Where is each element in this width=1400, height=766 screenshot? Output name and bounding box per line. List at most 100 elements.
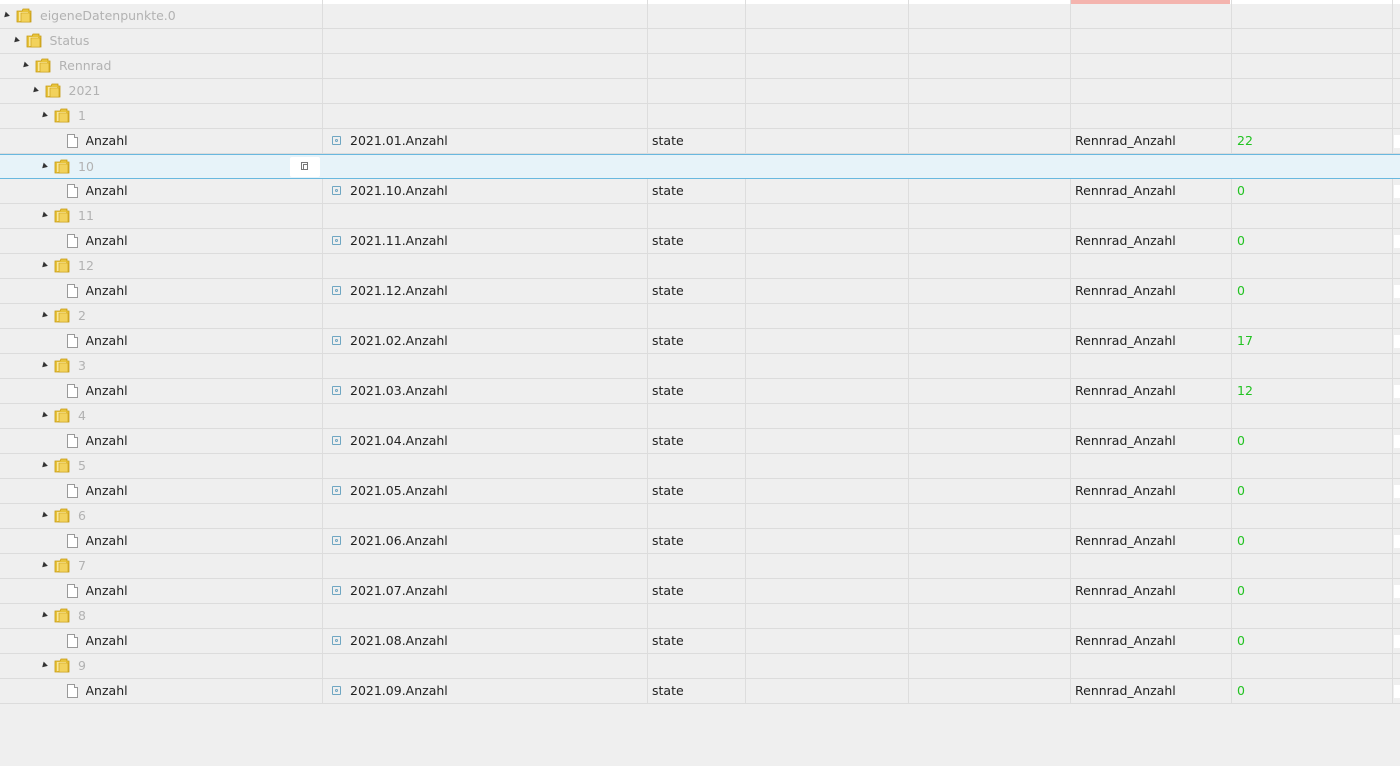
tree-state-label: Anzahl (85, 333, 128, 348)
tree-row-folder[interactable]: 3 (0, 354, 1400, 379)
expand-arrow-icon[interactable] (40, 311, 48, 320)
expand-arrow-icon[interactable] (40, 162, 48, 171)
state-icon (332, 436, 341, 445)
tree-row-state[interactable]: Anzahl 2021.10.Anzahl state Rennrad_Anzahl 0 (0, 179, 1400, 204)
state-icon (332, 336, 341, 345)
edit-handle[interactable] (1394, 485, 1400, 498)
expand-arrow-icon[interactable] (30, 86, 39, 95)
edit-handle[interactable] (1394, 435, 1400, 448)
tree-folder-label: 1 (78, 108, 86, 123)
expand-arrow-icon[interactable] (40, 611, 48, 620)
state-icon (332, 286, 341, 295)
edit-handle[interactable] (1394, 585, 1400, 598)
file-icon (66, 534, 78, 548)
state-role-cell: Rennrad_Anzahl (1075, 683, 1176, 698)
tree-folder-label: 9 (78, 658, 86, 673)
tree-row-state[interactable]: Anzahl 2021.12.Anzahl state Rennrad_Anzahl 0 (0, 279, 1400, 304)
tree-row-state[interactable]: Anzahl 2021.06.Anzahl state Rennrad_Anzahl 0 (0, 529, 1400, 554)
tree-row-folder[interactable]: 5 (0, 454, 1400, 479)
edit-handle[interactable] (1394, 635, 1400, 648)
state-value-cell[interactable]: 22 (1237, 129, 1253, 153)
state-value-cell[interactable]: 0 (1237, 529, 1245, 553)
tree-row-folder[interactable]: 2021 (0, 79, 1400, 104)
state-role-cell: Rennrad_Anzahl (1075, 533, 1176, 548)
state-value-cell[interactable]: 0 (1237, 429, 1245, 453)
state-value-cell[interactable]: 0 (1237, 229, 1245, 253)
tree-folder-label: 2021 (68, 83, 101, 98)
folder-icon (54, 658, 70, 673)
state-value-cell[interactable]: 0 (1237, 479, 1245, 503)
state-type-cell: state (652, 333, 684, 348)
expand-arrow-icon[interactable] (40, 361, 48, 370)
tree-row-folder[interactable]: 6 (0, 504, 1400, 529)
state-value-cell[interactable]: 0 (1237, 279, 1245, 303)
state-role-cell: Rennrad_Anzahl (1075, 433, 1176, 448)
edit-handle[interactable] (1394, 335, 1400, 348)
tree-folder-label: eigeneDatenpunkte.0 (40, 8, 176, 23)
state-role-cell: Rennrad_Anzahl (1075, 383, 1176, 398)
tree-row-state[interactable]: Anzahl 2021.01.Anzahl state Rennrad_Anzahl 2… (0, 129, 1400, 154)
tree-row-state[interactable]: Anzahl 2021.05.Anzahl state Rennrad_Anzahl 0 (0, 479, 1400, 504)
tree-row-state[interactable]: Anzahl 2021.09.Anzahl state Rennrad_Anzahl 0 (0, 679, 1400, 704)
state-role-cell: Rennrad_Anzahl (1075, 283, 1176, 298)
tree-row-state[interactable]: Anzahl 2021.02.Anzahl state Rennrad_Anzahl 1… (0, 329, 1400, 354)
expand-arrow-icon[interactable] (40, 461, 48, 470)
expand-arrow-icon[interactable] (21, 61, 29, 70)
tree-row-folder[interactable]: Status (0, 29, 1400, 54)
tree-row-folder[interactable]: 1 (0, 104, 1400, 129)
tree-row-folder[interactable]: eigeneDatenpunkte.0 (0, 4, 1400, 29)
expand-arrow-icon[interactable] (40, 211, 48, 220)
tree-state-label: Anzahl (85, 633, 128, 648)
edit-handle[interactable] (1394, 685, 1400, 698)
state-value-cell[interactable]: 0 (1237, 679, 1245, 703)
tree-state-label: Anzahl (85, 583, 128, 598)
tree-folder-label: 10 (78, 159, 94, 174)
expand-arrow-icon[interactable] (2, 11, 10, 20)
expand-arrow-icon[interactable] (40, 411, 48, 420)
expand-arrow-icon[interactable] (40, 661, 48, 670)
expand-arrow-icon[interactable] (40, 561, 48, 570)
tree-row-folder[interactable]: 2 (0, 304, 1400, 329)
tree-row-folder[interactable]: 11 (0, 204, 1400, 229)
tree-state-label: Anzahl (85, 433, 128, 448)
edit-handle[interactable] (1394, 385, 1400, 398)
tree-row-state[interactable]: Anzahl 2021.11.Anzahl state Rennrad_Anzahl 0 (0, 229, 1400, 254)
tree-row-state[interactable]: Anzahl 2021.08.Anzahl state Rennrad_Anzahl 0 (0, 629, 1400, 654)
tree-row-folder[interactable]: 7 (0, 554, 1400, 579)
tree-row-folder[interactable]: 8 (0, 604, 1400, 629)
edit-handle[interactable] (1394, 135, 1400, 148)
file-icon (66, 684, 78, 698)
object-tree-table: eigeneDatenpunkte.0 Status Rennrad 2021 1 Anz… (0, 0, 1400, 766)
state-value-cell[interactable]: 17 (1237, 329, 1253, 353)
edit-handle[interactable] (1394, 535, 1400, 548)
tree-folder-label: Rennrad (59, 58, 112, 73)
state-value-cell[interactable]: 0 (1237, 629, 1245, 653)
state-value-cell[interactable]: 0 (1237, 179, 1245, 203)
copy-button[interactable] (290, 157, 320, 177)
tree-row-state[interactable]: Anzahl 2021.04.Anzahl state Rennrad_Anzahl 0 (0, 429, 1400, 454)
tree-folder-label: 12 (78, 258, 94, 273)
state-type-cell: state (652, 633, 684, 648)
state-name-cell: 2021.02.Anzahl (350, 333, 448, 348)
tree-folder-label: 5 (78, 458, 86, 473)
tree-row-folder[interactable]: 12 (0, 254, 1400, 279)
tree-row-folder[interactable]: 9 (0, 654, 1400, 679)
state-value-cell[interactable]: 0 (1237, 579, 1245, 603)
edit-handle[interactable] (1394, 285, 1400, 298)
expand-arrow-icon[interactable] (11, 36, 20, 45)
tree-row-state[interactable]: Anzahl 2021.07.Anzahl state Rennrad_Anzahl 0 (0, 579, 1400, 604)
file-icon (66, 584, 78, 598)
tree-row-folder[interactable]: 10 (0, 154, 1400, 179)
state-value-cell[interactable]: 12 (1237, 379, 1253, 403)
expand-arrow-icon[interactable] (40, 111, 48, 120)
tree-row-folder[interactable]: 4 (0, 404, 1400, 429)
edit-handle[interactable] (1394, 185, 1400, 198)
edit-handle[interactable] (1394, 235, 1400, 248)
state-name-cell: 2021.03.Anzahl (350, 383, 448, 398)
folder-icon (54, 358, 70, 373)
tree-row-folder[interactable]: Rennrad (0, 54, 1400, 79)
expand-arrow-icon[interactable] (40, 261, 48, 270)
tree-row-state[interactable]: Anzahl 2021.03.Anzahl state Rennrad_Anzahl 1… (0, 379, 1400, 404)
expand-arrow-icon[interactable] (40, 511, 48, 520)
state-type-cell: state (652, 133, 684, 148)
